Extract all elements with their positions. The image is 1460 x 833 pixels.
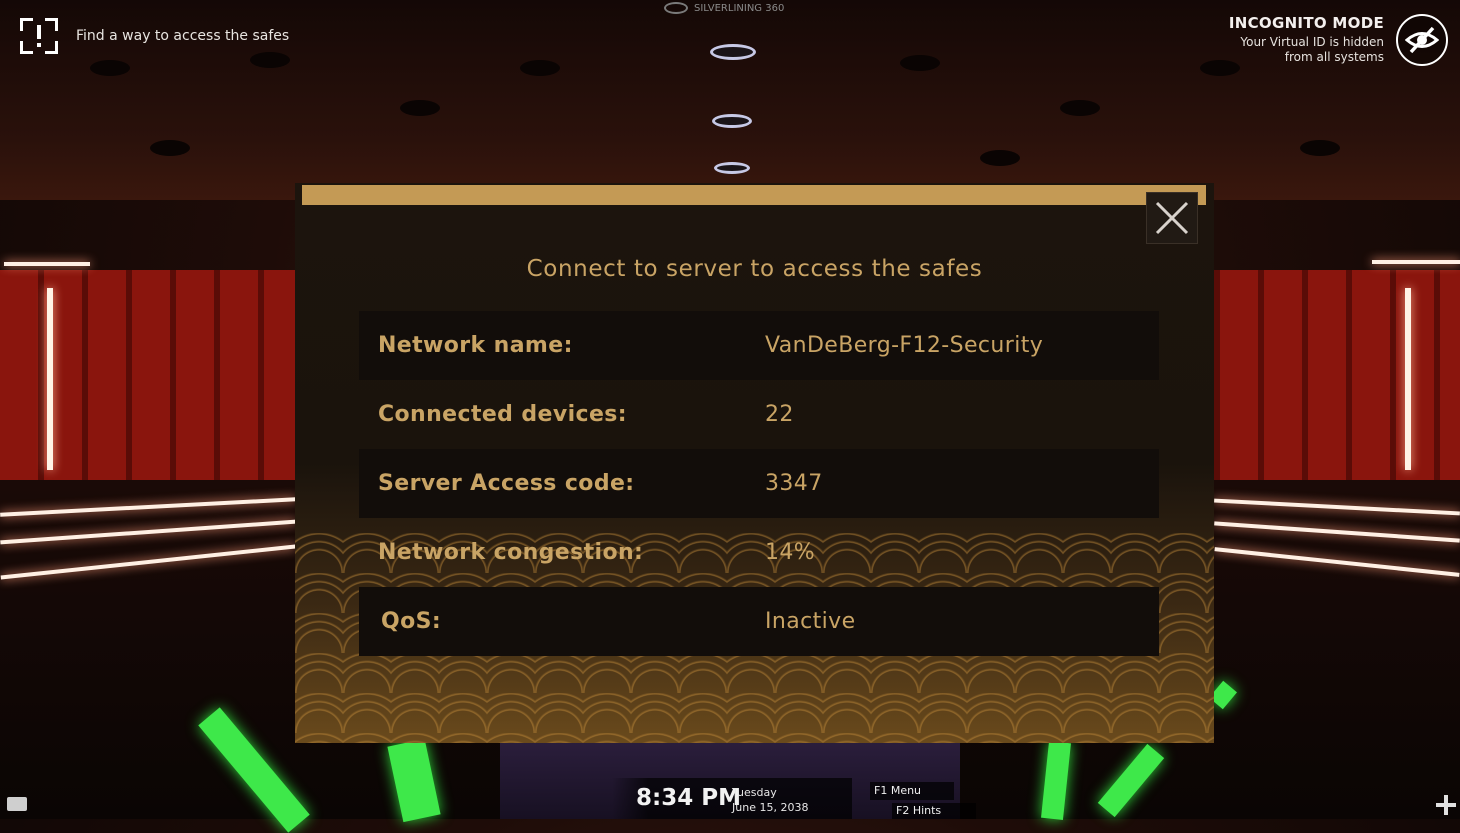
row-value: 3347 [765, 471, 823, 496]
eye-slash-icon[interactable] [1396, 14, 1448, 66]
objective-tracker: Find a way to access the safes [20, 18, 289, 54]
row-value: 14% [765, 540, 816, 565]
row-value: VanDeBerg-F12-Security [765, 333, 1044, 358]
close-button[interactable] [1146, 192, 1198, 244]
f1-menu-button[interactable]: F1 Menu [870, 782, 954, 800]
brand-watermark: SILVERLINING 360 [664, 2, 784, 14]
table-row: QoS: Inactive [359, 587, 1159, 656]
neon-light [1372, 260, 1460, 264]
table-row: Network congestion: 14% [359, 518, 1159, 587]
right-wall [1214, 270, 1460, 480]
row-label: QoS: [381, 609, 442, 634]
left-wall [0, 270, 296, 480]
neon-light [1405, 288, 1411, 470]
dialog-title: Connect to server to access the safes [526, 256, 983, 282]
incognito-title: INCOGNITO MODE [1228, 14, 1384, 32]
row-value: 22 [765, 402, 794, 427]
date-label: June 15, 2038 [732, 801, 809, 814]
row-label: Server Access code: [378, 471, 635, 496]
server-connect-dialog: Connect to server to access the safes Ne… [295, 183, 1214, 743]
table-row: Network name: VanDeBerg-F12-Security [359, 311, 1159, 380]
row-label: Network name: [378, 333, 573, 358]
dialog-title-bar [302, 185, 1206, 205]
brand-text: SILVERLINING 360 [694, 2, 785, 14]
incognito-line-2: from all systems [1284, 50, 1384, 64]
network-info-table: Network name: VanDeBerg-F12-Security Con… [359, 311, 1159, 656]
objective-alert-icon [20, 18, 58, 54]
incognito-subtitle: Your Virtual ID is hidden from all syste… [1229, 35, 1384, 65]
incognito-line-1: Your Virtual ID is hidden [1240, 35, 1384, 49]
chat-icon[interactable] [7, 797, 27, 811]
neon-light [47, 288, 53, 470]
neon-light [4, 262, 90, 266]
row-value: Inactive [765, 609, 856, 634]
objective-text: Find a way to access the safes [76, 28, 290, 44]
f2-hints-button[interactable]: F2 Hints [892, 803, 976, 819]
game-clock: 8:34 PM [636, 785, 741, 811]
plus-icon[interactable] [1436, 795, 1456, 815]
silverlining-logo-icon [664, 2, 688, 14]
row-label: Connected devices: [378, 402, 627, 427]
close-icon [1155, 201, 1189, 235]
incognito-indicator: INCOGNITO MODE Your Virtual ID is hidden… [1229, 14, 1448, 66]
day-label: Tuesday [732, 786, 777, 799]
row-label: Network congestion: [378, 540, 644, 565]
table-row: Connected devices: 22 [359, 380, 1159, 449]
table-row: Server Access code: 3347 [359, 449, 1159, 518]
